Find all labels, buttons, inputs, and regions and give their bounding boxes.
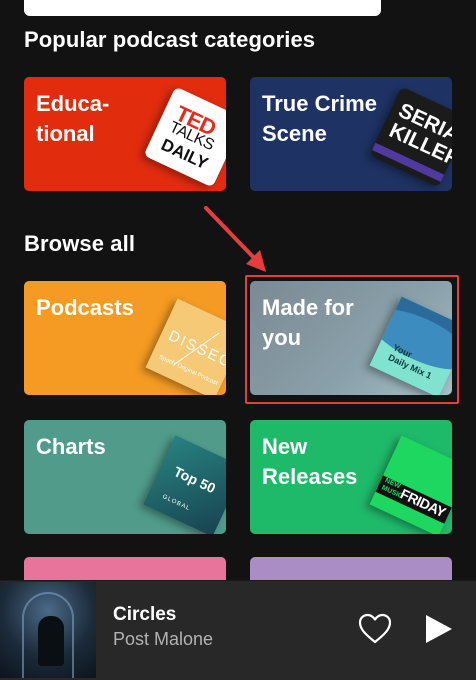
tile-label: Educa- tional [36, 91, 110, 146]
now-playing-bar[interactable]: Circles Post Malone [0, 580, 476, 680]
tile-label: New Releases [262, 434, 358, 489]
browse-tile-new-releases[interactable]: New Releases NEW MUSIC FRIDAY [250, 420, 452, 534]
browse-tile-charts[interactable]: Charts Top 50 GLOBAL [24, 420, 226, 534]
album-art[interactable] [0, 582, 96, 678]
now-playing-title: Circles [113, 604, 177, 625]
browse-tile-made-for-you[interactable]: Made for you Your Daily Mix 1 [250, 281, 452, 395]
annotation-arrow-icon [204, 206, 266, 272]
heart-icon[interactable] [357, 611, 393, 647]
dissect-cover: DISSECT Spotify Original Podcast [145, 298, 226, 395]
section-title-popular: Popular podcast categories [24, 27, 316, 52]
new-music-friday-cover: NEW MUSIC FRIDAY [369, 435, 452, 534]
browse-tile-podcasts[interactable]: Podcasts DISSECT Spotify Original Podcas… [24, 281, 226, 395]
now-playing-artist: Post Malone [113, 629, 214, 649]
daily-mix-cover: Your Daily Mix 1 [369, 296, 452, 395]
tile-label: True Crime Scene [262, 91, 377, 146]
category-tile-true-crime[interactable]: True Crime Scene SERIAL KILLERS [250, 77, 452, 191]
search-bar[interactable] [24, 0, 381, 16]
section-title-browse: Browse all [24, 231, 136, 256]
top-50-cover: Top 50 GLOBAL [143, 435, 226, 534]
tile-label: Made for you [262, 295, 354, 350]
play-icon[interactable] [422, 611, 454, 647]
tile-label: Charts [36, 434, 106, 459]
category-tile-educational[interactable]: Educa- tional TED TALKS DAILY [24, 77, 226, 191]
serial-killers-cover: SERIAL KILLERS [369, 86, 452, 188]
ted-talks-daily-cover: TED TALKS DAILY [143, 86, 226, 188]
tile-label: Podcasts [36, 295, 134, 320]
